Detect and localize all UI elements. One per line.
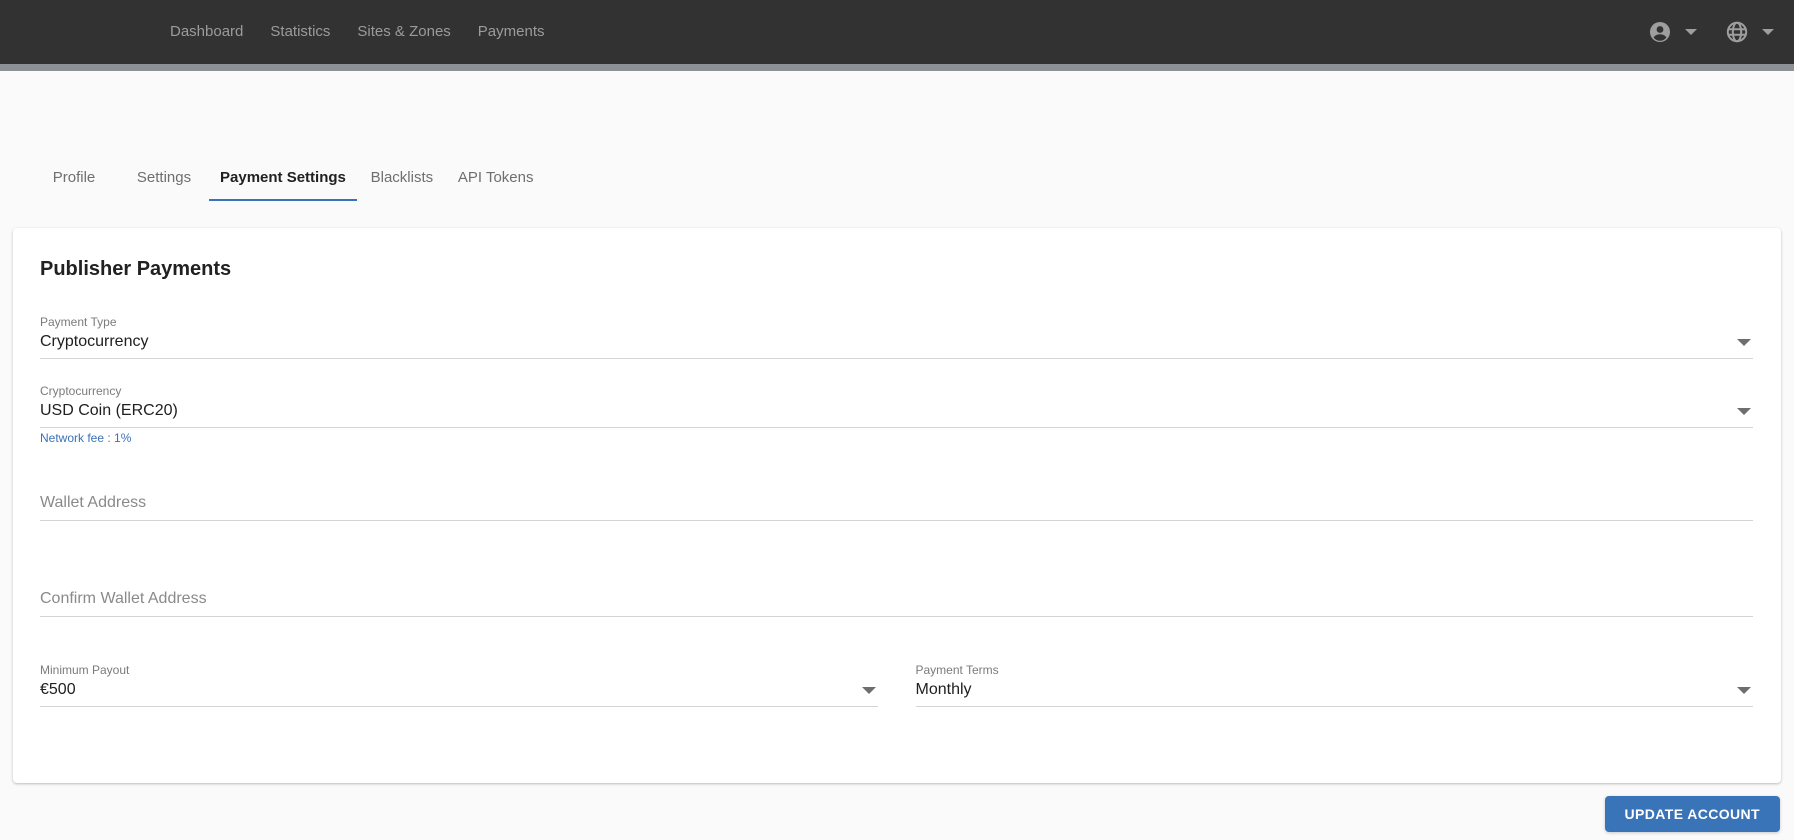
publisher-payments-card: Publisher Payments Payment Type Cryptocu… (13, 228, 1781, 783)
payment-type-value: Cryptocurrency (40, 333, 149, 350)
payout-terms-row: Minimum Payout €500 Payment Terms Monthl… (40, 663, 1753, 707)
payment-terms-select[interactable]: Monthly (915, 680, 1753, 707)
chevron-down-icon[interactable] (1737, 338, 1751, 346)
settings-tabs: Profile Settings Payment Settings Blackl… (29, 153, 1794, 201)
card-actions: UPDATE ACCOUNT (0, 796, 1780, 832)
network-fee-note: Network fee : 1% (40, 431, 132, 445)
language-menu[interactable] (1725, 20, 1774, 44)
payment-type-select[interactable]: Cryptocurrency (40, 332, 1753, 359)
payment-terms-value: Monthly (915, 681, 972, 698)
payment-terms-label: Payment Terms (915, 663, 999, 677)
card-title: Publisher Payments (40, 258, 232, 280)
nav-item-statistics[interactable]: Statistics (270, 0, 330, 64)
confirm-wallet-address-input[interactable] (40, 590, 1753, 617)
nav-item-sites-zones[interactable]: Sites & Zones (357, 0, 450, 64)
minimum-payout-select[interactable]: €500 (40, 680, 878, 707)
tab-payment-settings[interactable]: Payment Settings (209, 153, 357, 201)
globe-icon[interactable] (1725, 20, 1749, 44)
chevron-down-icon[interactable] (1685, 29, 1697, 35)
nav-item-dashboard[interactable]: Dashboard (170, 0, 243, 64)
cryptocurrency-field: Cryptocurrency USD Coin (ERC20) Network … (40, 384, 1753, 445)
cryptocurrency-label: Cryptocurrency (40, 384, 122, 398)
minimum-payout-value: €500 (40, 681, 76, 698)
account-circle-icon[interactable] (1648, 20, 1672, 44)
main-content: Profile Settings Payment Settings Blackl… (0, 153, 1794, 832)
account-menu[interactable] (1648, 20, 1697, 44)
nav-item-payments[interactable]: Payments (478, 0, 545, 64)
minimum-payout-label: Minimum Payout (40, 663, 130, 677)
tab-api-tokens[interactable]: API Tokens (447, 153, 545, 201)
chevron-down-icon[interactable] (1762, 29, 1774, 35)
tab-profile[interactable]: Profile (29, 153, 119, 201)
cryptocurrency-select[interactable]: USD Coin (ERC20) (40, 401, 1753, 428)
payment-type-label: Payment Type (40, 315, 117, 329)
top-nav-bar: Dashboard Statistics Sites & Zones Payme… (0, 0, 1794, 64)
topbar-right-controls (1648, 20, 1774, 44)
navbar-shadow-strip (0, 64, 1794, 71)
chevron-down-icon[interactable] (1737, 407, 1751, 415)
payment-type-field: Payment Type Cryptocurrency (40, 315, 1753, 359)
main-nav: Dashboard Statistics Sites & Zones Payme… (170, 0, 545, 64)
tab-blacklists[interactable]: Blacklists (357, 153, 447, 201)
wallet-address-input[interactable] (40, 494, 1753, 521)
cryptocurrency-value: USD Coin (ERC20) (40, 402, 178, 419)
minimum-payout-field: Minimum Payout €500 (40, 663, 878, 707)
payment-terms-field: Payment Terms Monthly (915, 663, 1753, 707)
update-account-button[interactable]: UPDATE ACCOUNT (1604, 796, 1780, 832)
chevron-down-icon[interactable] (1737, 686, 1751, 694)
chevron-down-icon[interactable] (861, 686, 876, 694)
tab-settings[interactable]: Settings (119, 153, 209, 201)
